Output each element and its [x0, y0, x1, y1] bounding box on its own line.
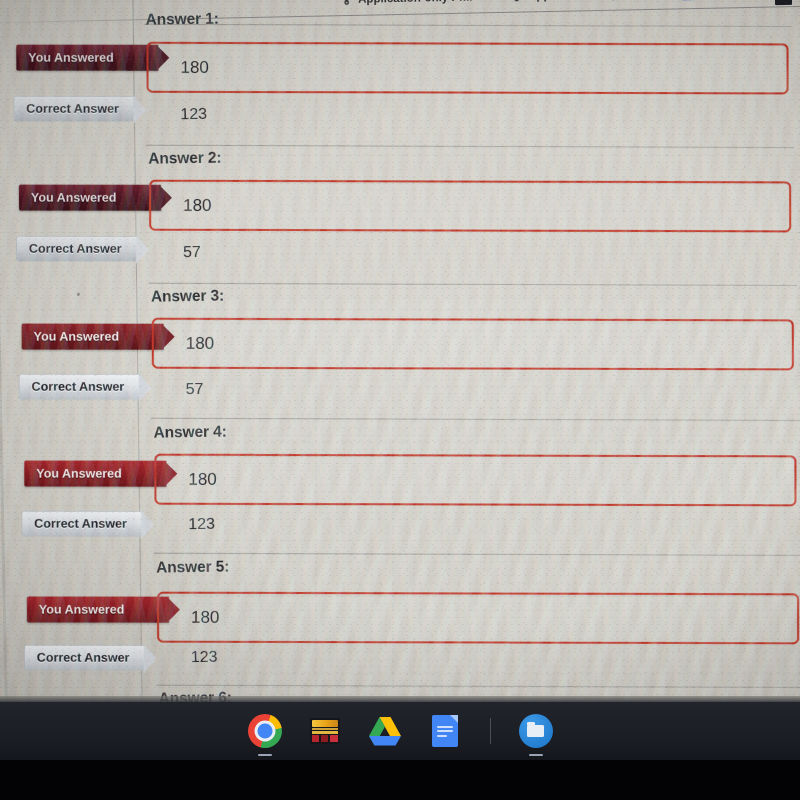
files-icon [518, 714, 553, 748]
shelf-items [246, 712, 555, 756]
browser-tab[interactable]: Application-only Pr... [510, 0, 643, 3]
browser-tab-label: Application-only Pr... [528, 0, 643, 2]
running-indicator [528, 754, 543, 756]
google-docs-icon [431, 715, 458, 747]
running-indicator [257, 754, 272, 756]
canvas-icon [340, 0, 353, 6]
laptop-screen: Answer 1: You Answered 180 Correct Answe… [0, 0, 800, 702]
bezel-bottom [0, 760, 800, 800]
shelf-item-chrome[interactable] [246, 712, 284, 756]
canvas-icon [510, 0, 523, 3]
shelf-item-lausd[interactable] [306, 712, 344, 750]
chrome-icon [247, 714, 282, 748]
shelf-item-drive[interactable] [366, 712, 404, 750]
chromebook-shelf [0, 702, 800, 760]
shelf-divider [489, 718, 491, 744]
google-drive-icon [368, 716, 402, 746]
browser-tab[interactable]: Application-only Pr... [340, 0, 473, 6]
window-control-sliver [774, 0, 793, 6]
browser-tab-label: Application-only Pr... [358, 0, 473, 5]
screen-moire-pattern-secondary [180, 300, 800, 700]
shelf-item-files[interactable] [517, 712, 555, 756]
lausd-education-icon [309, 718, 340, 744]
shelf-item-docs[interactable] [426, 712, 464, 750]
